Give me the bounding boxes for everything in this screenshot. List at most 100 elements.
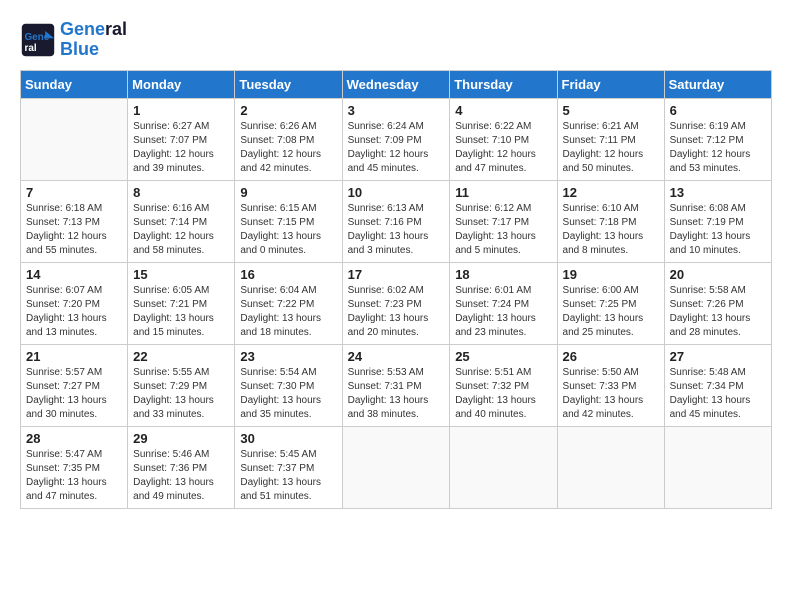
day-info: Sunrise: 6:05 AM Sunset: 7:21 PM Dayligh… (133, 284, 229, 340)
day-info: Sunrise: 5:55 AM Sunset: 7:29 PM Dayligh… (133, 366, 229, 422)
day-info: Sunrise: 6:08 AM Sunset: 7:19 PM Dayligh… (670, 202, 766, 258)
calendar-day-cell: 18 Sunrise: 6:01 AM Sunset: 7:24 PM Dayli… (450, 262, 557, 344)
day-info: Sunrise: 5:46 AM Sunset: 7:36 PM Dayligh… (133, 448, 229, 504)
day-number: 29 (133, 431, 229, 446)
day-info: Sunrise: 6:00 AM Sunset: 7:25 PM Dayligh… (563, 284, 659, 340)
day-number: 20 (670, 267, 766, 282)
calendar-day-cell: 23Sunrise: 5:54 AM Sunset: 7:30 PM Dayli… (235, 344, 342, 426)
day-info: Sunrise: 5:48 AM Sunset: 7:34 PM Dayligh… (670, 366, 766, 422)
calendar-header-row: SundayMondayTuesdayWednesdayThursdayFrid… (21, 70, 772, 98)
weekday-header: Wednesday (342, 70, 450, 98)
calendar-day-cell: 12 Sunrise: 6:10 AM Sunset: 7:18 PM Dayli… (557, 180, 664, 262)
calendar-day-cell (342, 426, 450, 508)
day-number: 17 (348, 267, 445, 282)
calendar-day-cell: 15 Sunrise: 6:05 AM Sunset: 7:21 PM Dayli… (128, 262, 235, 344)
calendar-day-cell (664, 426, 771, 508)
logo-line1: General (60, 20, 127, 40)
calendar-week-row: 7Sunrise: 6:18 AM Sunset: 7:13 PM Daylig… (21, 180, 772, 262)
calendar-day-cell: 25 Sunrise: 5:51 AM Sunset: 7:32 PM Dayli… (450, 344, 557, 426)
calendar-day-cell: 9 Sunrise: 6:15 AM Sunset: 7:15 PM Daylig… (235, 180, 342, 262)
calendar-day-cell (450, 426, 557, 508)
day-number: 28 (26, 431, 122, 446)
day-number: 6 (670, 103, 766, 118)
day-info: Sunrise: 6:10 AM Sunset: 7:18 PM Dayligh… (563, 202, 659, 258)
day-number: 3 (348, 103, 445, 118)
day-info: Sunrise: 6:02 AM Sunset: 7:23 PM Dayligh… (348, 284, 445, 340)
weekday-header: Tuesday (235, 70, 342, 98)
day-info: Sunrise: 6:04 AM Sunset: 7:22 PM Dayligh… (240, 284, 336, 340)
day-number: 18 (455, 267, 551, 282)
calendar-day-cell: 2 Sunrise: 6:26 AM Sunset: 7:08 PM Daylig… (235, 98, 342, 180)
calendar-day-cell: 13 Sunrise: 6:08 AM Sunset: 7:19 PM Dayli… (664, 180, 771, 262)
svg-text:ral: ral (25, 43, 37, 54)
day-info: Sunrise: 5:58 AM Sunset: 7:26 PM Dayligh… (670, 284, 766, 340)
calendar-day-cell (21, 98, 128, 180)
day-info: Sunrise: 5:45 AM Sunset: 7:37 PM Dayligh… (240, 448, 336, 504)
day-number: 24 (348, 349, 445, 364)
calendar-day-cell: 30Sunrise: 5:45 AM Sunset: 7:37 PM Dayli… (235, 426, 342, 508)
day-info: Sunrise: 6:27 AM Sunset: 7:07 PM Dayligh… (133, 120, 229, 176)
day-info: Sunrise: 5:51 AM Sunset: 7:32 PM Dayligh… (455, 366, 551, 422)
calendar-day-cell: 22 Sunrise: 5:55 AM Sunset: 7:29 PM Dayli… (128, 344, 235, 426)
calendar-day-cell: 7Sunrise: 6:18 AM Sunset: 7:13 PM Daylig… (21, 180, 128, 262)
day-info: Sunrise: 6:21 AM Sunset: 7:11 PM Dayligh… (563, 120, 659, 176)
day-number: 12 (563, 185, 659, 200)
day-info: Sunrise: 5:47 AM Sunset: 7:35 PM Dayligh… (26, 448, 122, 504)
weekday-header: Monday (128, 70, 235, 98)
day-number: 14 (26, 267, 122, 282)
calendar-day-cell: 28 Sunrise: 5:47 AM Sunset: 7:35 PM Dayli… (21, 426, 128, 508)
day-number: 16 (240, 267, 336, 282)
day-number: 21 (26, 349, 122, 364)
weekday-header: Friday (557, 70, 664, 98)
calendar-day-cell: 26Sunrise: 5:50 AM Sunset: 7:33 PM Dayli… (557, 344, 664, 426)
calendar-week-row: 21 Sunrise: 5:57 AM Sunset: 7:27 PM Dayli… (21, 344, 772, 426)
calendar-day-cell: 14 Sunrise: 6:07 AM Sunset: 7:20 PM Dayli… (21, 262, 128, 344)
logo: Gene ral General Blue (20, 20, 127, 60)
day-info: Sunrise: 6:16 AM Sunset: 7:14 PM Dayligh… (133, 202, 229, 258)
day-number: 4 (455, 103, 551, 118)
day-number: 15 (133, 267, 229, 282)
day-number: 27 (670, 349, 766, 364)
calendar-day-cell: 20 Sunrise: 5:58 AM Sunset: 7:26 PM Dayli… (664, 262, 771, 344)
calendar-day-cell: 19Sunrise: 6:00 AM Sunset: 7:25 PM Dayli… (557, 262, 664, 344)
day-number: 25 (455, 349, 551, 364)
logo-icon: Gene ral (20, 22, 56, 58)
logo-line2: Blue (60, 40, 127, 60)
day-number: 11 (455, 185, 551, 200)
day-number: 5 (563, 103, 659, 118)
day-number: 23 (240, 349, 336, 364)
day-info: Sunrise: 6:18 AM Sunset: 7:13 PM Dayligh… (26, 202, 122, 258)
calendar-week-row: 1 Sunrise: 6:27 AM Sunset: 7:07 PM Daylig… (21, 98, 772, 180)
day-info: Sunrise: 5:53 AM Sunset: 7:31 PM Dayligh… (348, 366, 445, 422)
calendar-table: SundayMondayTuesdayWednesdayThursdayFrid… (20, 70, 772, 509)
day-number: 8 (133, 185, 229, 200)
calendar-day-cell: 24 Sunrise: 5:53 AM Sunset: 7:31 PM Dayli… (342, 344, 450, 426)
day-number: 1 (133, 103, 229, 118)
calendar-week-row: 28 Sunrise: 5:47 AM Sunset: 7:35 PM Dayli… (21, 426, 772, 508)
day-info: Sunrise: 6:12 AM Sunset: 7:17 PM Dayligh… (455, 202, 551, 258)
calendar-day-cell: 17 Sunrise: 6:02 AM Sunset: 7:23 PM Dayli… (342, 262, 450, 344)
day-info: Sunrise: 6:01 AM Sunset: 7:24 PM Dayligh… (455, 284, 551, 340)
calendar-day-cell: 21 Sunrise: 5:57 AM Sunset: 7:27 PM Dayli… (21, 344, 128, 426)
weekday-header: Saturday (664, 70, 771, 98)
day-number: 9 (240, 185, 336, 200)
day-number: 2 (240, 103, 336, 118)
calendar-day-cell: 10Sunrise: 6:13 AM Sunset: 7:16 PM Dayli… (342, 180, 450, 262)
day-number: 13 (670, 185, 766, 200)
calendar-day-cell: 16 Sunrise: 6:04 AM Sunset: 7:22 PM Dayli… (235, 262, 342, 344)
day-info: Sunrise: 6:26 AM Sunset: 7:08 PM Dayligh… (240, 120, 336, 176)
day-info: Sunrise: 5:57 AM Sunset: 7:27 PM Dayligh… (26, 366, 122, 422)
day-info: Sunrise: 6:15 AM Sunset: 7:15 PM Dayligh… (240, 202, 336, 258)
day-number: 26 (563, 349, 659, 364)
calendar-day-cell: 11 Sunrise: 6:12 AM Sunset: 7:17 PM Dayli… (450, 180, 557, 262)
calendar-week-row: 14 Sunrise: 6:07 AM Sunset: 7:20 PM Dayli… (21, 262, 772, 344)
weekday-header: Sunday (21, 70, 128, 98)
calendar-day-cell: 6Sunrise: 6:19 AM Sunset: 7:12 PM Daylig… (664, 98, 771, 180)
day-number: 22 (133, 349, 229, 364)
day-info: Sunrise: 6:24 AM Sunset: 7:09 PM Dayligh… (348, 120, 445, 176)
calendar-day-cell: 27 Sunrise: 5:48 AM Sunset: 7:34 PM Dayli… (664, 344, 771, 426)
weekday-header: Thursday (450, 70, 557, 98)
day-info: Sunrise: 6:07 AM Sunset: 7:20 PM Dayligh… (26, 284, 122, 340)
calendar-day-cell (557, 426, 664, 508)
calendar-day-cell: 29 Sunrise: 5:46 AM Sunset: 7:36 PM Dayli… (128, 426, 235, 508)
